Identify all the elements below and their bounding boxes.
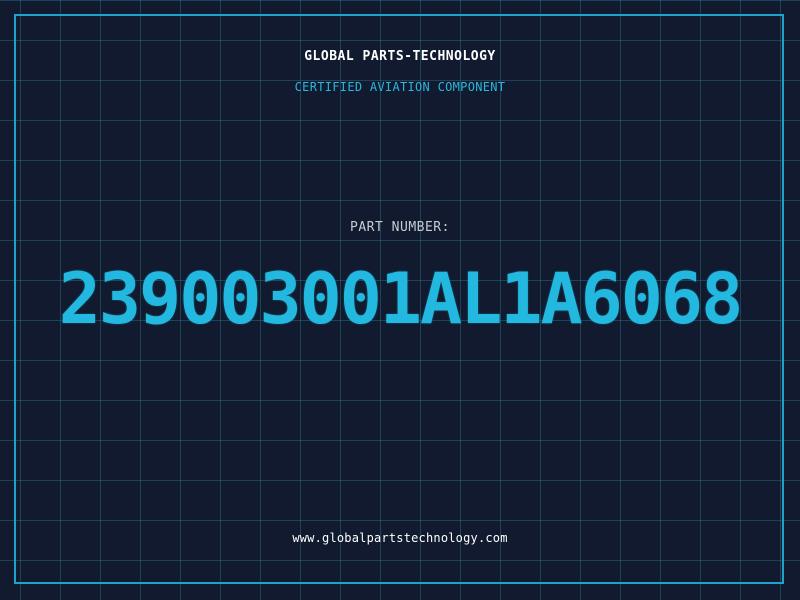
website-link[interactable]: www.globalpartstechnology.com [0,531,800,545]
company-name: GLOBAL PARTS-TECHNOLOGY [304,49,496,64]
part-number-label: PART NUMBER: [350,220,450,235]
part-number-value: 239003001AL1A6068 [58,258,743,340]
certification-subtitle: CERTIFIED AVIATION COMPONENT [294,80,506,94]
